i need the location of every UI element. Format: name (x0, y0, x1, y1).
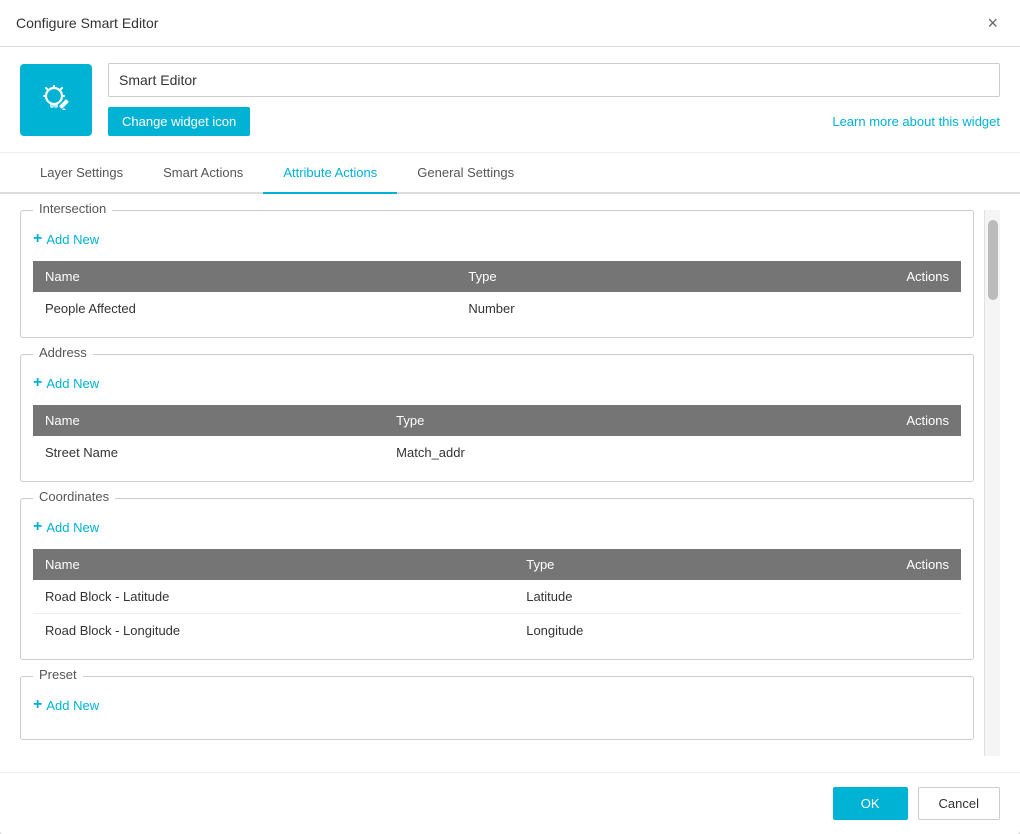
add-new-intersection-button[interactable]: + Add New (33, 227, 99, 251)
table-row: Street Name Match_addr (33, 436, 961, 469)
header-actions: Change widget icon Learn more about this… (108, 107, 1000, 136)
section-intersection-label: Intersection (33, 201, 112, 216)
table-row: People Affected Number (33, 292, 961, 325)
dialog-titlebar: Configure Smart Editor × (0, 0, 1020, 47)
header-right: Change widget icon Learn more about this… (108, 63, 1000, 136)
add-new-address-label: Add New (46, 376, 99, 391)
tab-layer-settings[interactable]: Layer Settings (20, 153, 143, 194)
cancel-button[interactable]: Cancel (918, 787, 1000, 820)
tab-general-settings[interactable]: General Settings (397, 153, 534, 194)
main-content: Intersection + Add New Name Type Actions (20, 210, 984, 756)
address-table-header-row: Name Type Actions (33, 405, 961, 436)
cell-actions (760, 614, 962, 648)
plus-icon: + (33, 697, 42, 713)
scrollbar[interactable] (984, 210, 1000, 756)
section-preset-content: + Add New (21, 677, 973, 739)
table-row: Road Block - Latitude Latitude (33, 580, 961, 614)
cell-actions (715, 292, 961, 325)
cell-type: Longitude (514, 614, 759, 648)
add-new-address-button[interactable]: + Add New (33, 371, 99, 395)
table-row: Road Block - Longitude Longitude (33, 614, 961, 648)
dialog-title: Configure Smart Editor (16, 15, 158, 31)
coordinates-col-type: Type (514, 549, 759, 580)
address-col-name: Name (33, 405, 384, 436)
add-new-preset-label: Add New (46, 698, 99, 713)
intersection-table: Name Type Actions People Affected Number (33, 261, 961, 325)
dialog-body: Intersection + Add New Name Type Actions (0, 194, 1020, 772)
section-coordinates: Coordinates + Add New Name Type Actions (20, 498, 974, 660)
ok-button[interactable]: OK (833, 787, 908, 820)
close-button[interactable]: × (981, 12, 1004, 34)
section-preset-label: Preset (33, 667, 83, 682)
plus-icon: + (33, 375, 42, 391)
add-new-coordinates-button[interactable]: + Add New (33, 515, 99, 539)
cell-type: Latitude (514, 580, 759, 614)
section-intersection-content: + Add New Name Type Actions (21, 211, 973, 337)
dialog-header: Change widget icon Learn more about this… (0, 47, 1020, 153)
section-address-content: + Add New Name Type Actions (21, 355, 973, 481)
add-new-coordinates-label: Add New (46, 520, 99, 535)
tabs-bar: Layer Settings Smart Actions Attribute A… (0, 153, 1020, 194)
address-table: Name Type Actions Street Name Match_addr (33, 405, 961, 469)
widget-name-input[interactable] (108, 63, 1000, 97)
cell-type: Match_addr (384, 436, 720, 469)
plus-icon: + (33, 519, 42, 535)
configure-smart-editor-dialog: Configure Smart Editor × Change widget (0, 0, 1020, 834)
coordinates-col-actions: Actions (760, 549, 962, 580)
cell-name: Road Block - Longitude (33, 614, 514, 648)
coordinates-table-header-row: Name Type Actions (33, 549, 961, 580)
section-coordinates-label: Coordinates (33, 489, 115, 504)
widget-icon-svg (36, 80, 76, 120)
intersection-col-actions: Actions (715, 261, 961, 292)
section-coordinates-content: + Add New Name Type Actions (21, 499, 973, 659)
add-new-intersection-label: Add New (46, 232, 99, 247)
section-intersection: Intersection + Add New Name Type Actions (20, 210, 974, 338)
intersection-table-header-row: Name Type Actions (33, 261, 961, 292)
cell-actions (720, 436, 961, 469)
tab-smart-actions[interactable]: Smart Actions (143, 153, 263, 194)
learn-more-link[interactable]: Learn more about this widget (832, 114, 1000, 129)
address-col-type: Type (384, 405, 720, 436)
cell-type: Number (456, 292, 715, 325)
cell-actions (760, 580, 962, 614)
dialog-footer: OK Cancel (0, 772, 1020, 834)
plus-icon: + (33, 231, 42, 247)
cell-name: Road Block - Latitude (33, 580, 514, 614)
intersection-col-name: Name (33, 261, 456, 292)
cell-name: Street Name (33, 436, 384, 469)
section-address-label: Address (33, 345, 93, 360)
address-col-actions: Actions (720, 405, 961, 436)
tab-attribute-actions[interactable]: Attribute Actions (263, 153, 397, 194)
coordinates-col-name: Name (33, 549, 514, 580)
section-address: Address + Add New Name Type Actions (20, 354, 974, 482)
scrollbar-thumb[interactable] (988, 220, 998, 300)
add-new-preset-button[interactable]: + Add New (33, 693, 99, 717)
section-preset: Preset + Add New (20, 676, 974, 740)
change-widget-icon-button[interactable]: Change widget icon (108, 107, 250, 136)
widget-icon (20, 64, 92, 136)
cell-name: People Affected (33, 292, 456, 325)
intersection-col-type: Type (456, 261, 715, 292)
coordinates-table: Name Type Actions Road Block - Latitude … (33, 549, 961, 647)
